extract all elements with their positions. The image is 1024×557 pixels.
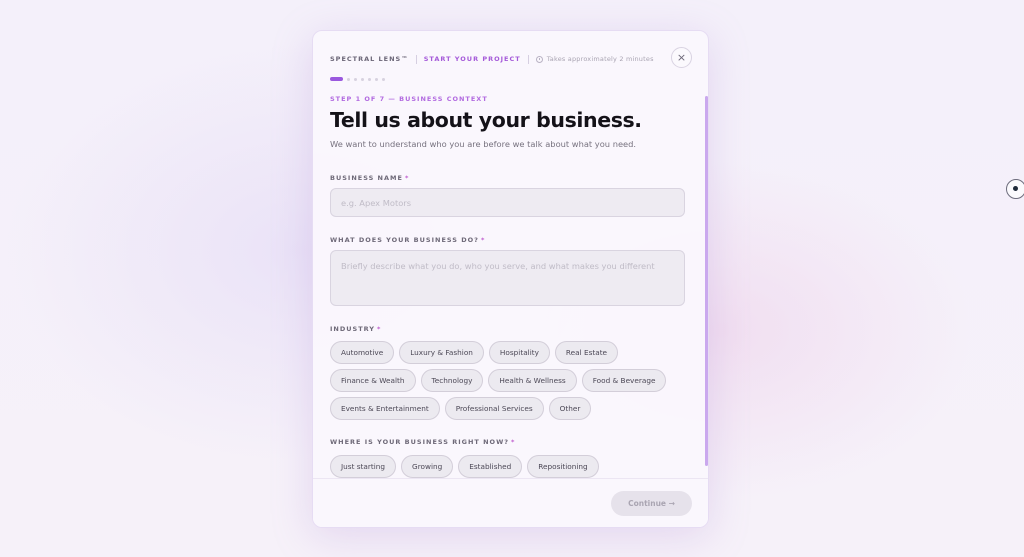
progress-step xyxy=(368,77,371,81)
stage-options: Just starting Growing Established Reposi… xyxy=(330,455,690,478)
industry-option[interactable]: Technology xyxy=(420,369,484,392)
required-marker: * xyxy=(377,325,382,333)
industry-option[interactable]: Events & Entertainment xyxy=(330,397,440,420)
required-marker: * xyxy=(511,438,516,446)
page-title: Tell us about your business. xyxy=(330,108,642,132)
industry-options: Automotive Luxury & Fashion Hospitality … xyxy=(330,341,690,420)
industry-option[interactable]: Hospitality xyxy=(488,341,550,364)
description-label: WHAT DOES YOUR BUSINESS DO? * xyxy=(330,236,485,244)
scrollbar[interactable] xyxy=(705,96,708,466)
industry-option[interactable]: Other xyxy=(548,397,592,420)
page-subtitle: We want to understand who you are before… xyxy=(330,139,637,149)
step-progress xyxy=(330,77,385,81)
industry-label: INDUSTRY * xyxy=(330,325,381,333)
progress-step xyxy=(347,77,350,81)
progress-step xyxy=(354,77,357,81)
stage-option[interactable]: Established xyxy=(458,455,523,478)
modal-footer: Continue → xyxy=(313,478,708,527)
divider xyxy=(527,54,529,64)
stage-option[interactable]: Growing xyxy=(401,455,454,478)
description-label-text: WHAT DOES YOUR BUSINESS DO? xyxy=(330,236,479,244)
project-modal: SPECTRAL LENS™ START YOUR PROJECT Takes … xyxy=(312,30,709,528)
stage-option[interactable]: Just starting xyxy=(330,455,397,478)
stage-label-text: WHERE IS YOUR BUSINESS RIGHT NOW? xyxy=(330,438,510,446)
continue-button[interactable]: Continue → xyxy=(611,491,692,516)
description-textarea[interactable] xyxy=(330,250,685,306)
industry-option[interactable]: Finance & Wealth xyxy=(330,369,416,392)
modal-header: SPECTRAL LENS™ START YOUR PROJECT Takes … xyxy=(330,53,654,65)
divider xyxy=(415,54,417,64)
radio-dot-icon xyxy=(1013,186,1018,191)
industry-option[interactable]: Real Estate xyxy=(554,341,619,364)
progress-step xyxy=(361,77,364,81)
progress-step xyxy=(382,77,385,81)
step-label: STEP 1 OF 7 — BUSINESS CONTEXT xyxy=(330,95,488,103)
close-icon: × xyxy=(676,51,687,64)
industry-option[interactable]: Professional Services xyxy=(444,397,544,420)
time-estimate: Takes approximately 2 minutes xyxy=(535,55,654,63)
brand-name: SPECTRAL LENS™ xyxy=(330,55,409,63)
industry-option[interactable]: Luxury & Fashion xyxy=(399,341,484,364)
required-marker: * xyxy=(480,236,486,244)
industry-label-text: INDUSTRY xyxy=(330,325,376,333)
stage-label: WHERE IS YOUR BUSINESS RIGHT NOW? * xyxy=(330,438,515,446)
project-link[interactable]: START YOUR PROJECT xyxy=(424,55,521,63)
business-name-label: BUSINESS NAME * xyxy=(330,174,409,182)
close-button[interactable]: × xyxy=(671,47,692,68)
clock-icon xyxy=(535,55,543,63)
required-marker: * xyxy=(404,174,410,182)
business-name-input[interactable] xyxy=(330,188,685,217)
progress-step xyxy=(375,77,378,81)
time-estimate-text: Takes approximately 2 minutes xyxy=(546,55,654,63)
industry-option[interactable]: Health & Wellness xyxy=(488,369,577,392)
progress-step-active xyxy=(330,77,343,81)
side-radio-button[interactable] xyxy=(1006,179,1024,199)
business-name-label-text: BUSINESS NAME xyxy=(330,174,403,182)
stage-option[interactable]: Repositioning xyxy=(527,455,599,478)
industry-option[interactable]: Food & Beverage xyxy=(581,369,667,392)
industry-option[interactable]: Automotive xyxy=(330,341,395,364)
